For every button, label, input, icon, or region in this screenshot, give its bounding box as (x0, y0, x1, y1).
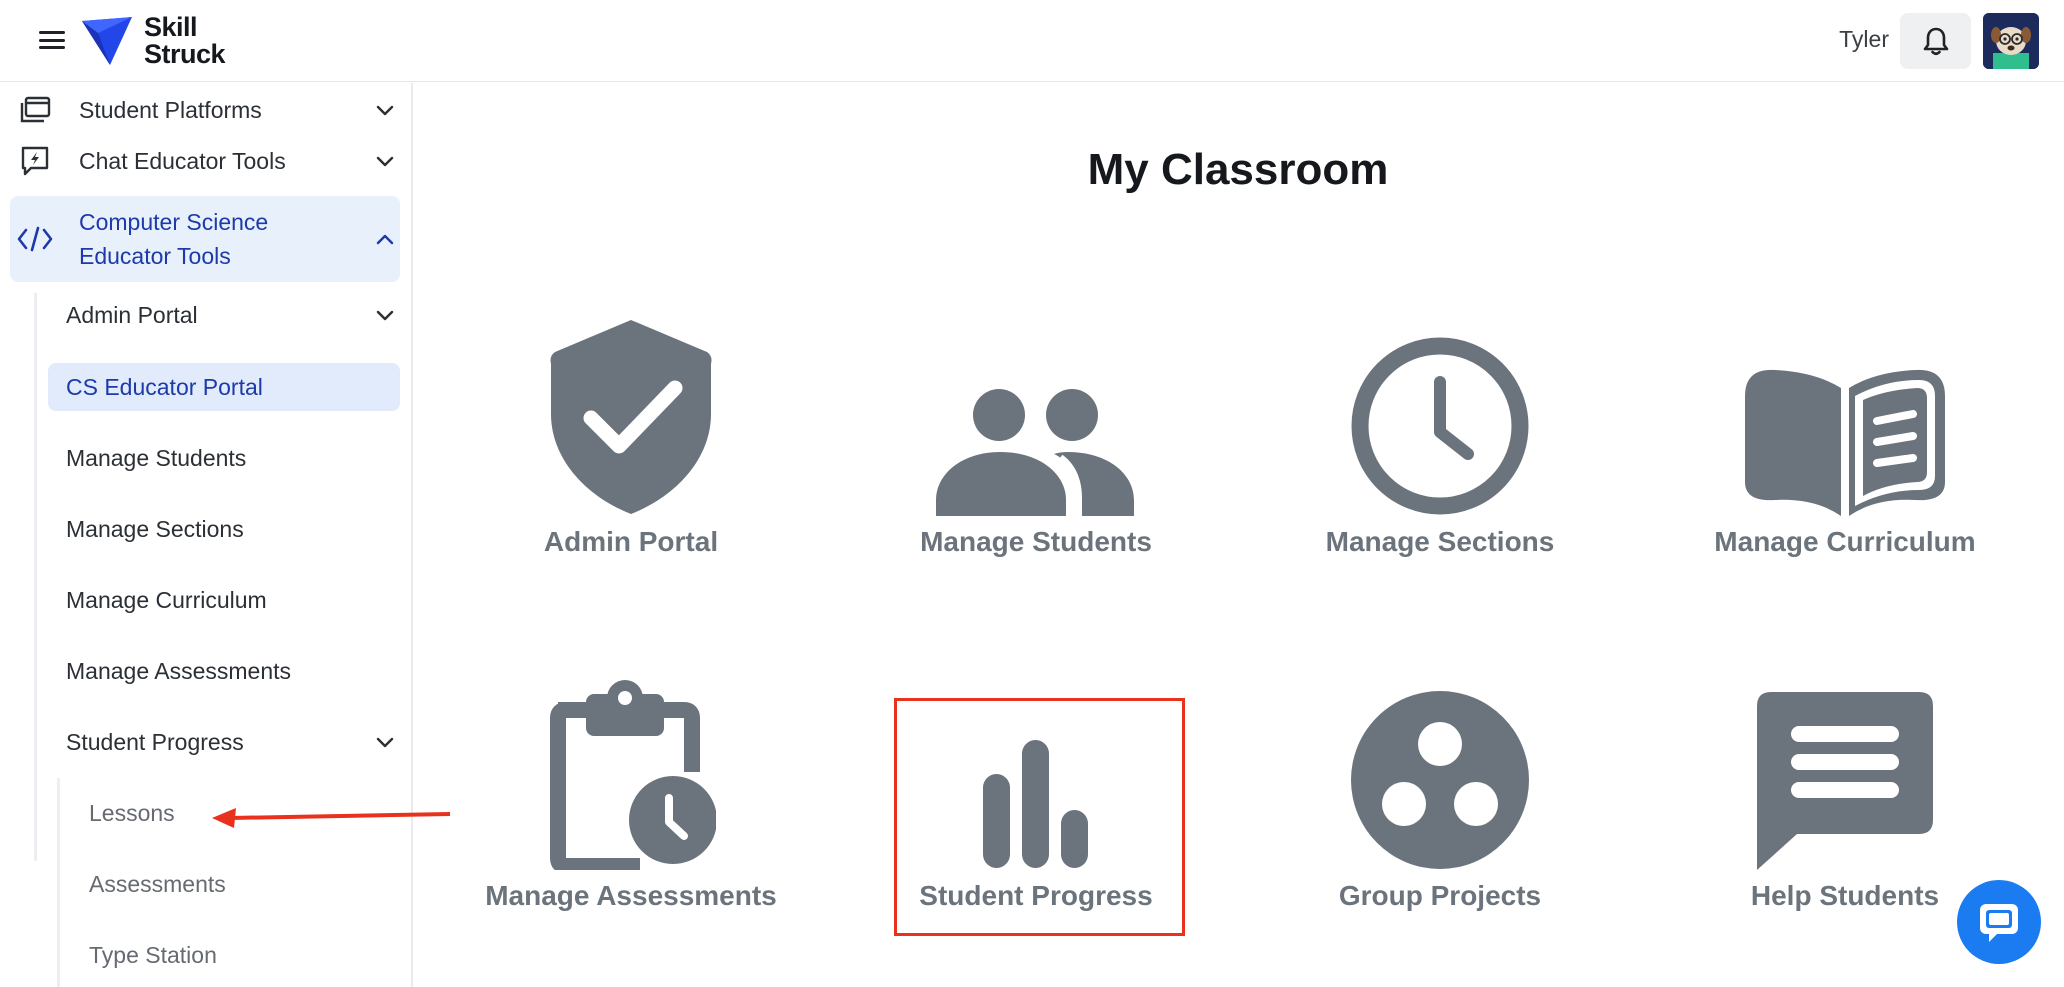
sidebar: Student Platforms Chat Educator Tools Co… (0, 83, 413, 987)
chevron-up-icon (370, 234, 400, 245)
sidebar-item-label: Computer Science Educator Tools (79, 209, 269, 269)
sidebar-item-label: Lessons (89, 799, 175, 826)
tree-guide-line (57, 778, 60, 987)
sidebar-item-label: Manage Sections (66, 515, 244, 542)
user-name[interactable]: Tyler (1839, 26, 1889, 53)
sidebar-item-student-platforms[interactable]: Student Platforms (10, 84, 400, 136)
sidebar-item-manage-sections[interactable]: Manage Sections (48, 505, 400, 553)
tile-manage-students[interactable]: Manage Students (886, 316, 1186, 576)
top-bar: Skill Struck Tyler (0, 0, 2064, 82)
sidebar-item-lessons[interactable]: Lessons (70, 789, 400, 837)
bell-icon (1923, 27, 1948, 56)
sidebar-item-label: Manage Assessments (66, 657, 292, 684)
tile-admin-portal[interactable]: Admin Portal (481, 316, 781, 576)
sidebar-item-label: Manage Students (66, 444, 247, 471)
sidebar-item-student-progress[interactable]: Student Progress (48, 718, 400, 766)
avatar[interactable] (1983, 13, 2039, 69)
tile-student-progress[interactable]: Student Progress (886, 670, 1186, 930)
sidebar-item-label: Chat Educator Tools (79, 147, 286, 174)
chat-support-button[interactable] (1957, 880, 2041, 964)
tile-label: Manage Curriculum (1714, 526, 1976, 557)
chat-bolt-icon (10, 145, 60, 177)
group-icon (886, 316, 1186, 516)
tile-label: Group Projects (1338, 880, 1542, 911)
menu-icon[interactable] (36, 26, 68, 54)
sidebar-item-label: Student Progress (66, 728, 244, 755)
sidebar-item-label: Manage Curriculum (66, 586, 267, 613)
circles-icon (1290, 670, 1590, 870)
tile-manage-sections[interactable]: Manage Sections (1290, 316, 1590, 576)
tile-label: Manage Sections (1325, 526, 1555, 557)
notifications-button[interactable] (1900, 13, 1971, 69)
shield-check-icon (481, 316, 781, 516)
tile-label: Admin Portal (543, 526, 719, 557)
chevron-down-icon (370, 105, 400, 116)
logo-text: Skill Struck (144, 12, 226, 69)
tile-label: Manage Assessments (485, 880, 777, 911)
sidebar-item-computer-science-educator-tools[interactable]: Computer Science Educator Tools (10, 196, 400, 282)
sidebar-item-assessments[interactable]: Assessments (70, 860, 400, 908)
sidebar-item-cs-educator-portal[interactable]: CS Educator Portal (48, 363, 400, 411)
clock-icon (1290, 316, 1590, 516)
sidebar-item-label: Admin Portal (66, 301, 198, 328)
sidebar-item-label: Type Station (89, 941, 217, 968)
page-title: My Classroom (1087, 145, 1389, 194)
sidebar-item-type-station[interactable]: Type Station (70, 931, 400, 979)
sidebar-item-label: Assessments (89, 870, 226, 897)
sidebar-item-manage-curriculum[interactable]: Manage Curriculum (48, 576, 400, 624)
chevron-down-icon (370, 156, 400, 167)
chevron-down-icon (370, 737, 400, 748)
book-icon (1695, 316, 1995, 516)
tile-manage-curriculum[interactable]: Manage Curriculum (1695, 316, 1995, 576)
message-icon (1695, 670, 1995, 870)
sidebar-item-admin-portal[interactable]: Admin Portal (48, 291, 400, 339)
chat-bubble-icon (1980, 904, 2018, 942)
code-icon (10, 226, 60, 252)
sidebar-item-chat-educator-tools[interactable]: Chat Educator Tools (10, 135, 400, 187)
sidebar-item-manage-assessments[interactable]: Manage Assessments (48, 647, 400, 695)
platforms-icon (10, 96, 60, 124)
dog-avatar-icon (1983, 13, 2039, 69)
sidebar-item-label: Student Platforms (79, 96, 262, 123)
tile-manage-assessments[interactable]: Manage Assessments (481, 670, 781, 930)
skill-struck-logo[interactable]: Skill Struck (80, 12, 226, 69)
tile-help-students[interactable]: Help Students (1695, 670, 1995, 930)
chevron-down-icon (370, 310, 400, 321)
tile-label: Manage Students (920, 526, 1152, 557)
clipboard-clock-icon (481, 670, 781, 870)
tree-guide-line (34, 293, 37, 861)
tile-label: Student Progress (919, 880, 1153, 911)
tile-group-projects[interactable]: Group Projects (1290, 670, 1590, 930)
logo-mark-icon (82, 17, 132, 65)
sidebar-item-manage-students[interactable]: Manage Students (48, 434, 400, 482)
bar-chart-icon (886, 670, 1186, 870)
sidebar-item-label: CS Educator Portal (66, 373, 263, 400)
